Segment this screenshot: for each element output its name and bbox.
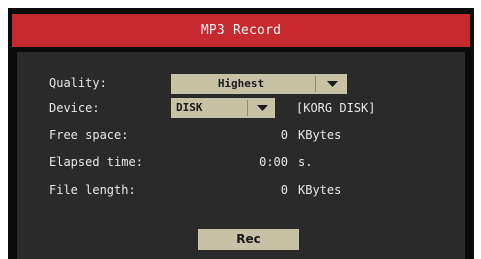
quality-label: Quality: (49, 76, 107, 90)
file-length-unit: KBytes (298, 183, 342, 197)
quality-dropdown[interactable]: Highest (171, 74, 347, 94)
dropdown-separator (315, 76, 316, 92)
device-name: [KORG DISK] (296, 101, 376, 115)
rec-button[interactable]: Rec (198, 229, 299, 250)
free-space-unit: KBytes (298, 128, 342, 142)
elapsed-time-value: 0:00 (259, 155, 288, 169)
free-space-value: 0 (280, 128, 288, 142)
quality-value: Highest (217, 77, 265, 90)
device-dropdown[interactable]: DISK (171, 98, 275, 118)
file-length-value: 0 (280, 183, 288, 197)
device-label: Device: (49, 101, 100, 115)
elapsed-time-label: Elapsed time: (49, 155, 143, 169)
chevron-down-icon[interactable] (251, 98, 273, 118)
file-length-label: File length: (49, 183, 136, 197)
dropdown-separator (247, 100, 248, 116)
device-value: DISK (176, 101, 203, 114)
chevron-down-icon[interactable] (321, 74, 343, 94)
free-space-label: Free space: (49, 128, 129, 142)
elapsed-time-unit: s. (298, 155, 313, 169)
window-title: MP3 Record (12, 14, 470, 47)
mp3-record-window: MP3 Record Quality: Highest Device: DISK… (8, 8, 474, 259)
